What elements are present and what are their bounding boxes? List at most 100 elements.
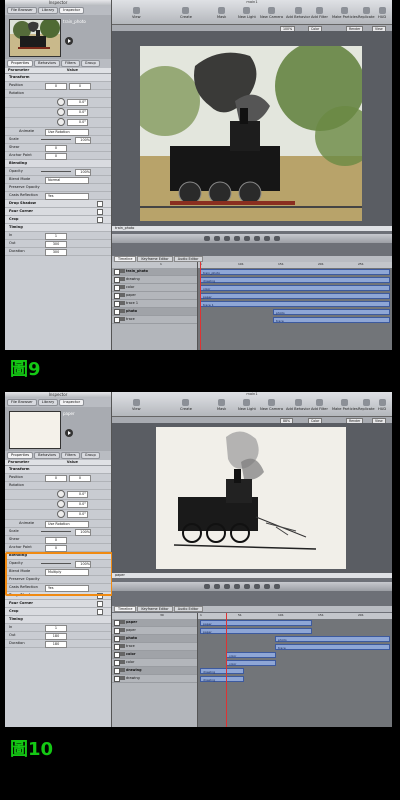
scale-slider[interactable] — [41, 531, 71, 532]
loop-button[interactable] — [264, 584, 270, 589]
step-back-button[interactable] — [224, 584, 230, 589]
toolbar-new-light[interactable]: New Light — [238, 399, 256, 411]
canvas-viewer[interactable] — [112, 31, 392, 226]
track-bar[interactable]: trace — [275, 644, 390, 650]
rot-x-dial[interactable] — [57, 98, 65, 106]
toolbar-create[interactable]: Create — [180, 7, 192, 19]
position-y-field[interactable]: 0 — [69, 83, 91, 90]
rot-x-field[interactable]: 0.0° — [67, 99, 88, 106]
layer-row[interactable]: color — [112, 651, 197, 659]
track-bar[interactable]: color — [226, 652, 276, 658]
track-bar[interactable]: paper — [200, 628, 312, 634]
current-frame[interactable]: 1 — [160, 262, 162, 266]
rot-z-dial[interactable] — [57, 118, 65, 126]
scale-field[interactable]: 100% — [75, 137, 91, 144]
track-bar[interactable]: photo — [275, 636, 390, 642]
rot-z-field[interactable]: 0.0° — [67, 119, 88, 126]
toolbar-replicate[interactable]: Replicate — [358, 7, 375, 19]
section-crop[interactable]: Crop — [5, 216, 111, 224]
in-field[interactable]: 1 — [45, 233, 67, 240]
track-bar[interactable]: trace — [273, 317, 390, 323]
rot-y-dial[interactable] — [57, 108, 65, 116]
tab-group[interactable]: Group — [80, 60, 100, 67]
section-transform[interactable]: Transform — [5, 74, 111, 82]
drop-shadow-checkbox[interactable] — [97, 201, 103, 207]
step-back-button[interactable] — [224, 236, 230, 241]
opacity-field[interactable]: 100% — [75, 169, 91, 176]
blend-mode-select[interactable]: Normal — [45, 177, 89, 184]
section-four-corner[interactable]: Four Corner — [5, 600, 111, 608]
toolbar-add-behavior[interactable]: Add Behavior — [286, 399, 310, 411]
tab-behaviors[interactable]: Behaviors — [34, 452, 61, 459]
track-bar[interactable]: color — [226, 660, 276, 666]
shear-field[interactable]: 0 — [45, 145, 67, 152]
tab-properties[interactable]: Properties — [7, 452, 34, 459]
section-blending[interactable]: Blending — [5, 160, 111, 168]
layer-row[interactable]: photo — [112, 635, 197, 643]
layer-row[interactable]: train_photo — [112, 268, 197, 276]
toolbar-new-light[interactable]: New Light — [238, 7, 256, 19]
go-end-button[interactable] — [254, 584, 260, 589]
section-crop[interactable]: Crop — [5, 608, 111, 616]
layer-row[interactable]: drawing — [112, 276, 197, 284]
layer-row[interactable]: paper — [112, 619, 197, 627]
layer-row[interactable]: photo — [112, 308, 197, 316]
track-bar[interactable]: drawing — [200, 676, 244, 682]
tab-inspector[interactable]: Inspector — [59, 399, 85, 406]
record-button[interactable] — [204, 584, 210, 589]
tab-group[interactable]: Group — [80, 452, 100, 459]
tab-audio-editor[interactable]: Audio Editor — [173, 606, 203, 612]
tab-properties[interactable]: Properties — [7, 60, 34, 67]
duration-field[interactable]: 300 — [45, 249, 67, 256]
layer-row[interactable]: trace — [112, 316, 197, 324]
layer-row[interactable]: trace — [112, 643, 197, 651]
animate-select[interactable]: Use Rotation — [45, 129, 89, 136]
layer-row[interactable]: color — [112, 659, 197, 667]
position-x-field[interactable]: 0 — [45, 83, 67, 90]
toolbar-make-particles[interactable]: Make Particles — [332, 399, 358, 411]
toolbar-hud[interactable]: HUD — [378, 399, 386, 411]
track-bar[interactable]: paper — [200, 293, 390, 299]
position-x-field[interactable]: 0 — [45, 475, 67, 482]
rot-x-field[interactable]: 0.0° — [67, 491, 88, 498]
toolbar-new-camera[interactable]: New Camera — [260, 7, 283, 19]
step-forward-button[interactable] — [244, 236, 250, 241]
toolbar-view[interactable]: View — [132, 399, 141, 411]
toolbar-hud[interactable]: HUD — [378, 7, 386, 19]
rot-x-dial[interactable] — [57, 490, 65, 498]
anchor-field[interactable]: 0 — [45, 153, 67, 160]
rot-z-field[interactable]: 0.0° — [67, 511, 88, 518]
play-preview-button[interactable] — [65, 37, 73, 45]
play-button[interactable] — [234, 236, 240, 241]
duration-field[interactable]: 180 — [45, 641, 67, 648]
audio-button[interactable] — [274, 236, 280, 241]
canvas-viewer[interactable] — [112, 423, 392, 573]
track-bar[interactable]: drawing — [200, 277, 390, 283]
layer-row[interactable]: color — [112, 284, 197, 292]
step-forward-button[interactable] — [244, 584, 250, 589]
layer-row[interactable]: trace 1 — [112, 300, 197, 308]
go-end-button[interactable] — [254, 236, 260, 241]
opacity-slider[interactable] — [41, 171, 71, 172]
toolbar-add-filter[interactable]: Add Filter — [311, 7, 328, 19]
section-four-corner[interactable]: Four Corner — [5, 208, 111, 216]
four-corner-checkbox[interactable] — [97, 601, 103, 607]
tab-filters[interactable]: Filters — [61, 60, 80, 67]
section-drop-shadow[interactable]: Drop Shadow — [5, 200, 111, 208]
shear-field[interactable]: 0 — [45, 537, 67, 544]
rot-z-dial[interactable] — [57, 510, 65, 518]
layer-row[interactable]: drawing — [112, 667, 197, 675]
casts-reflection-select[interactable]: Yes — [45, 193, 89, 200]
toolbar-replicate[interactable]: Replicate — [358, 399, 375, 411]
loop-button[interactable] — [264, 236, 270, 241]
current-frame[interactable]: 30 — [160, 613, 164, 617]
scale-field[interactable]: 100% — [75, 529, 91, 536]
tab-file-browser[interactable]: File Browser — [7, 399, 37, 406]
animate-select[interactable]: Use Rotation — [45, 521, 89, 528]
crop-checkbox[interactable] — [97, 217, 103, 223]
toolbar-make-particles[interactable]: Make Particles — [332, 7, 358, 19]
toolbar-add-behavior[interactable]: Add Behavior — [286, 7, 310, 19]
out-field[interactable]: 180 — [45, 633, 67, 640]
layer-row[interactable]: paper — [112, 292, 197, 300]
tab-timeline[interactable]: Timeline — [114, 606, 137, 612]
